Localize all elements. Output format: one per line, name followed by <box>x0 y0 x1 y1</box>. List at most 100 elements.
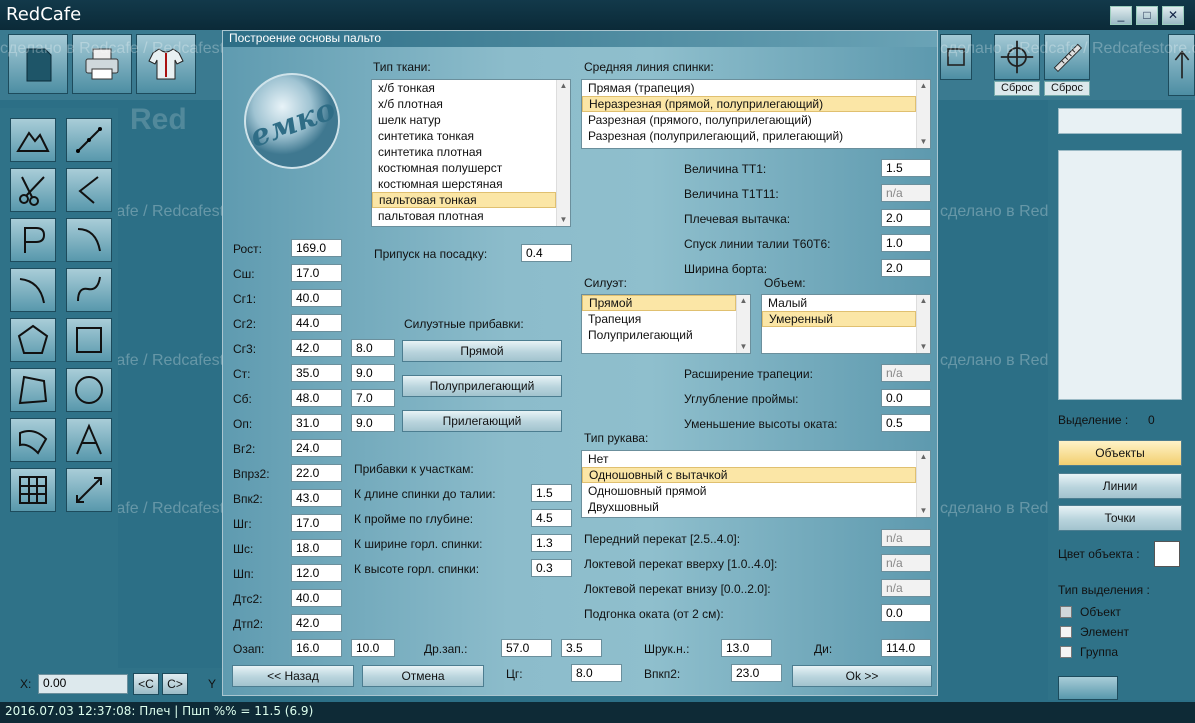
measure-field[interactable]: 24.0 <box>291 439 342 457</box>
measure-field-2[interactable]: 9.0 <box>351 414 395 432</box>
tool-text[interactable] <box>66 418 112 462</box>
maximize-button[interactable]: □ <box>1136 6 1158 25</box>
cap-fitting-field[interactable]: 0.0 <box>881 604 931 622</box>
straight-ease-button[interactable]: Прямой <box>402 340 562 362</box>
tool-mountain[interactable] <box>10 118 56 162</box>
measure-field[interactable]: 35.0 <box>291 364 342 382</box>
measure-field[interactable]: 17.0 <box>291 514 342 532</box>
next-coord-button[interactable]: C> <box>162 673 188 695</box>
tool-p-curve[interactable] <box>10 218 56 262</box>
back-length-ease-field[interactable]: 1.5 <box>531 484 572 502</box>
measure-field[interactable]: 31.0 <box>291 414 342 432</box>
tool-measure[interactable] <box>66 468 112 512</box>
waist-drop-field[interactable]: 1.0 <box>881 234 931 252</box>
list-item[interactable]: Одношовный прямой <box>582 483 930 499</box>
sleeve-scrollbar[interactable]: ▲ ▼ <box>916 451 930 517</box>
list-item-selected[interactable]: пальтовая тонкая <box>372 192 556 208</box>
scroll-down-icon[interactable]: ▼ <box>737 341 750 353</box>
scroll-down-icon[interactable]: ▼ <box>917 505 930 517</box>
cg-field[interactable]: 8.0 <box>571 664 622 682</box>
armhole-depth-ease-field[interactable]: 4.5 <box>531 509 572 527</box>
list-item-selected[interactable]: Умеренный <box>762 311 916 327</box>
scroll-up-icon[interactable]: ▲ <box>917 80 930 92</box>
tool-arc[interactable] <box>10 268 56 312</box>
fitted-ease-button[interactable]: Прилегающий <box>402 410 562 432</box>
right-panel-field[interactable] <box>1058 108 1182 134</box>
list-item[interactable]: костюмная шерстяная <box>372 176 570 192</box>
list-item[interactable]: Прямая (трапеция) <box>582 80 930 96</box>
object-color-swatch[interactable] <box>1154 541 1180 567</box>
scroll-up-icon[interactable]: ▲ <box>557 80 570 92</box>
armhole-deepening-field[interactable]: 0.0 <box>881 389 931 407</box>
measure-field[interactable]: 43.0 <box>291 489 342 507</box>
ease-field[interactable]: 0.4 <box>521 244 572 262</box>
tool-spline[interactable] <box>66 268 112 312</box>
measure-field[interactable]: 40.0 <box>291 289 342 307</box>
list-item[interactable]: х/б тонкая <box>372 80 570 96</box>
tool-line[interactable] <box>66 118 112 162</box>
tool-shape[interactable] <box>10 368 56 412</box>
select-type-object-radio[interactable] <box>1060 606 1072 618</box>
elbow-roll-bottom-field[interactable]: n/a <box>881 579 931 597</box>
layer-button[interactable] <box>1058 676 1118 700</box>
points-button[interactable]: Точки <box>1058 505 1182 531</box>
shruk-field[interactable]: 13.0 <box>721 639 772 657</box>
list-item-selected[interactable]: Одношовный с вытачкой <box>582 467 916 483</box>
silhouette-scrollbar[interactable]: ▲ ▼ <box>736 295 750 353</box>
list-item[interactable]: Нет <box>582 451 930 467</box>
measure-field[interactable]: 40.0 <box>291 589 342 607</box>
back-line-scrollbar[interactable]: ▲ ▼ <box>916 80 930 148</box>
neck-width-ease-field[interactable]: 1.3 <box>531 534 572 552</box>
volume-listbox[interactable]: Малый Умеренный ▲ ▼ <box>761 294 931 354</box>
tool-sector[interactable] <box>10 418 56 462</box>
front-roll-field[interactable]: n/a <box>881 529 931 547</box>
measure-field[interactable]: 12.0 <box>291 564 342 582</box>
measure-field[interactable]: 42.0 <box>291 339 342 357</box>
tool-angle[interactable] <box>66 168 112 212</box>
measure-field[interactable]: 169.0 <box>291 239 342 257</box>
list-item[interactable]: Двухшовный <box>582 499 930 515</box>
x-coord-field[interactable]: 0.00 <box>38 674 128 694</box>
scroll-down-icon[interactable]: ▼ <box>917 136 930 148</box>
back-line-listbox[interactable]: Прямая (трапеция) Неразрезная (прямой, п… <box>581 79 931 149</box>
list-item[interactable]: пальтовая плотная <box>372 208 570 224</box>
lapel-width-field[interactable]: 2.0 <box>881 259 931 277</box>
tool-rectangle[interactable] <box>66 318 112 362</box>
di-field[interactable]: 114.0 <box>881 639 931 657</box>
t1t11-field[interactable]: n/a <box>881 184 931 202</box>
list-item[interactable]: шелк натур <box>372 112 570 128</box>
list-item[interactable]: синтетика тонкая <box>372 128 570 144</box>
list-item[interactable]: синтетика плотная <box>372 144 570 160</box>
neck-height-ease-field[interactable]: 0.3 <box>531 559 572 577</box>
measure-field[interactable]: 48.0 <box>291 389 342 407</box>
list-item[interactable]: костюмная полушерст <box>372 160 570 176</box>
elbow-roll-top-field[interactable]: n/a <box>881 554 931 572</box>
list-item[interactable]: х/б плотная <box>372 96 570 112</box>
volume-scrollbar[interactable]: ▲ ▼ <box>916 295 930 353</box>
scroll-up-icon[interactable]: ▲ <box>917 451 930 463</box>
drzap-field-1[interactable]: 57.0 <box>501 639 552 657</box>
ok-button[interactable]: Ok >> <box>792 665 932 687</box>
measure-field[interactable]: 18.0 <box>291 539 342 557</box>
shoulder-dart-field[interactable]: 2.0 <box>881 209 931 227</box>
lines-button[interactable]: Линии <box>1058 473 1182 499</box>
measure-field[interactable]: 42.0 <box>291 614 342 632</box>
measure-field[interactable]: 22.0 <box>291 464 342 482</box>
tt1-field[interactable]: 1.5 <box>881 159 931 177</box>
reset-label-1[interactable]: Сброс <box>994 81 1040 96</box>
list-item[interactable]: Малый <box>762 295 930 311</box>
list-item[interactable]: Полуприлегающий <box>582 327 750 343</box>
list-item[interactable]: Трапеция <box>582 311 750 327</box>
close-button[interactable]: ✕ <box>1162 6 1184 25</box>
measure-field[interactable]: 17.0 <box>291 264 342 282</box>
tool-polygon[interactable] <box>10 318 56 362</box>
prev-coord-button[interactable]: <C <box>133 673 159 695</box>
back-button[interactable]: << Назад <box>232 665 354 687</box>
drzap-field-2[interactable]: 3.5 <box>561 639 602 657</box>
scroll-down-icon[interactable]: ▼ <box>557 214 570 226</box>
fabric-scrollbar[interactable]: ▲ ▼ <box>556 80 570 226</box>
measure-field[interactable]: 44.0 <box>291 314 342 332</box>
tool-scissors[interactable] <box>10 168 56 212</box>
measure-field-2[interactable]: 7.0 <box>351 389 395 407</box>
list-item[interactable]: Разрезная (прямого, полуприлегающий) <box>582 112 930 128</box>
